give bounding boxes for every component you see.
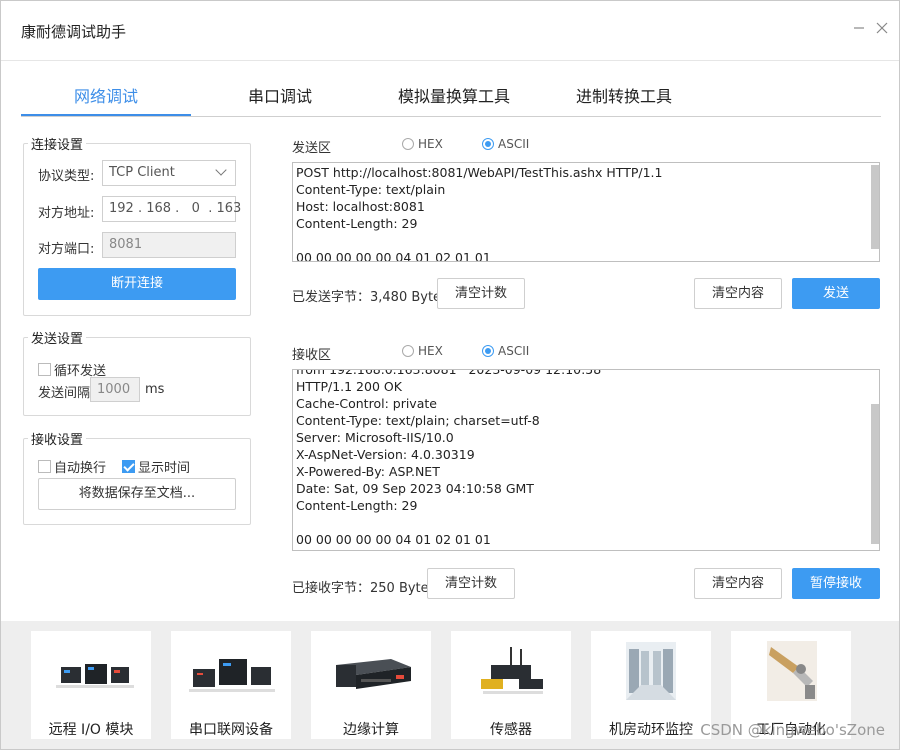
receive-line xyxy=(296,514,876,531)
title-bar: 康耐德调试助手 xyxy=(1,1,899,61)
window-title: 康耐德调试助手 xyxy=(21,23,127,41)
show-time-label: 显示时间 xyxy=(138,461,191,476)
save-to-file-button[interactable]: 将数据保存至文档... xyxy=(38,478,236,510)
send-line: Content-Length: 29 xyxy=(296,216,418,231)
pause-receive-button[interactable]: 暂停接收 xyxy=(792,568,880,599)
receive-settings-legend: 接收设置 xyxy=(31,433,84,448)
interval-unit: ms xyxy=(145,382,165,397)
product-card-sensor[interactable]: 传感器 xyxy=(451,631,571,739)
product-card-datacenter-monitor[interactable]: 机房动环监控 xyxy=(591,631,711,739)
interval-input[interactable]: 1000 xyxy=(90,377,140,402)
receive-hex-radio-circle xyxy=(402,345,414,357)
sensor-image xyxy=(481,647,543,694)
receive-ascii-label: ASCII xyxy=(498,344,530,358)
send-line: POST http://localhost:8081/WebAPI/TestTh… xyxy=(296,165,663,180)
product-name: 机房动环监控 xyxy=(609,722,693,738)
product-name: 远程 I/O 模块 xyxy=(48,722,134,738)
edge-computing-image xyxy=(336,659,411,689)
close-icon[interactable] xyxy=(872,19,892,39)
send-line xyxy=(296,232,876,249)
receive-ascii-radio[interactable]: ASCII xyxy=(482,344,529,358)
tab-base-converter[interactable]: 进制转换工具 xyxy=(576,83,672,107)
receive-line: X-Powered-By: ASP.NET xyxy=(296,464,440,479)
app-window: 康耐德调试助手 网络调试 串口调试 模拟量换算工具 进制转换工具 连接设置 协议… xyxy=(0,0,900,750)
protocol-value: TCP Client xyxy=(109,165,175,180)
address-input[interactable]: 192 . 168 . 0 . 163 xyxy=(102,196,241,222)
product-name: 传感器 xyxy=(490,722,532,738)
product-card-serial-device[interactable]: 串口联网设备 xyxy=(171,631,291,739)
send-line: Host: localhost:8081 xyxy=(296,199,425,214)
loop-send-box xyxy=(38,363,51,376)
show-time-checkbox[interactable]: 显示时间 xyxy=(122,457,190,476)
datacenter-image xyxy=(626,642,676,700)
send-hex-radio[interactable]: HEX xyxy=(402,137,443,151)
receive-line: X-AspNet-Version: 4.0.30319 xyxy=(296,447,475,462)
send-textarea[interactable]: POST http://localhost:8081/WebAPI/TestTh… xyxy=(292,162,880,262)
send-ascii-label: ASCII xyxy=(498,137,530,151)
auto-wrap-label: 自动换行 xyxy=(54,461,107,476)
send-area-label: 发送区 xyxy=(292,141,332,156)
receive-count-label: 已接收字节：250 Bytes xyxy=(292,581,436,596)
product-card-edge-computing[interactable]: 边缘计算 xyxy=(311,631,431,739)
address-label: 对方地址: xyxy=(38,206,95,221)
watermark: CSDN @kingwebo'sZone xyxy=(700,721,885,739)
receive-hex-radio[interactable]: HEX xyxy=(402,344,443,358)
protocol-label: 协议类型: xyxy=(38,169,95,184)
receive-line: Date: Sat, 09 Sep 2023 04:10:58 GMT xyxy=(296,481,534,496)
receive-textarea[interactable]: from 192.168.0.163:8081 2023-09-09 12:10… xyxy=(292,369,880,551)
connection-settings-legend: 连接设置 xyxy=(31,138,84,153)
active-tab-indicator xyxy=(21,114,191,116)
receive-line: Server: Microsoft-IIS/10.0 xyxy=(296,430,454,445)
send-line: 00 00 00 00 00 04 01 02 01 01 xyxy=(296,250,491,262)
send-settings-legend: 发送设置 xyxy=(31,332,84,347)
auto-wrap-box xyxy=(38,460,51,473)
receive-scrollbar[interactable] xyxy=(871,404,879,544)
show-time-box xyxy=(122,460,135,473)
disconnect-button[interactable]: 断开连接 xyxy=(38,268,236,300)
product-name: 边缘计算 xyxy=(343,722,399,738)
protocol-select[interactable]: TCP Client xyxy=(102,160,236,186)
receive-line: 00 00 00 00 00 04 01 02 01 01 xyxy=(296,532,491,547)
factory-automation-image xyxy=(767,641,817,701)
port-input[interactable]: 8081 xyxy=(102,232,236,258)
send-hex-radio-circle xyxy=(402,138,414,150)
receive-line: HTTP/1.1 200 OK xyxy=(296,379,402,394)
tab-bar: 网络调试 串口调试 模拟量换算工具 进制转换工具 xyxy=(21,71,881,117)
tab-analog-converter[interactable]: 模拟量换算工具 xyxy=(398,83,510,107)
receive-ascii-radio-circle xyxy=(482,345,494,357)
io-module-image xyxy=(56,664,134,688)
send-hex-label: HEX xyxy=(418,137,443,151)
receive-line: Cache-Control: private xyxy=(296,396,437,411)
send-button[interactable]: 发送 xyxy=(792,278,880,309)
product-name: 串口联网设备 xyxy=(189,722,273,738)
port-label: 对方端口: xyxy=(38,242,95,257)
receive-clear-count-button[interactable]: 清空计数 xyxy=(427,568,515,599)
receive-clear-content-button[interactable]: 清空内容 xyxy=(694,568,782,599)
send-ascii-radio-circle xyxy=(482,138,494,150)
minimize-icon[interactable] xyxy=(849,19,869,39)
receive-line: Content-Length: 29 xyxy=(296,498,418,513)
send-clear-content-button[interactable]: 清空内容 xyxy=(694,278,782,309)
receive-content: from 192.168.0.163:8081 2023-09-09 12:10… xyxy=(296,369,876,548)
receive-hex-label: HEX xyxy=(418,344,443,358)
receive-line: Content-Type: text/plain; charset=utf-8 xyxy=(296,413,540,428)
receive-line: from 192.168.0.163:8081 2023-09-09 12:10… xyxy=(296,369,602,377)
send-line: Content-Type: text/plain xyxy=(296,182,446,197)
send-clear-count-button[interactable]: 清空计数 xyxy=(437,278,525,309)
product-card-remote-io[interactable]: 远程 I/O 模块 xyxy=(31,631,151,739)
interval-label: 发送间隔 xyxy=(38,386,91,401)
receive-settings-group: 接收设置 xyxy=(23,429,251,525)
tab-network-debug[interactable]: 网络调试 xyxy=(74,83,138,107)
send-scrollbar[interactable] xyxy=(871,165,879,249)
chevron-down-icon xyxy=(215,164,227,176)
send-ascii-radio[interactable]: ASCII xyxy=(482,137,529,151)
send-count-label: 已发送字节：3,480 Bytes xyxy=(292,290,448,305)
receive-area-label: 接收区 xyxy=(292,348,332,363)
serial-device-image xyxy=(189,659,275,692)
auto-wrap-checkbox[interactable]: 自动换行 xyxy=(38,457,106,476)
tab-serial-debug[interactable]: 串口调试 xyxy=(248,83,312,107)
